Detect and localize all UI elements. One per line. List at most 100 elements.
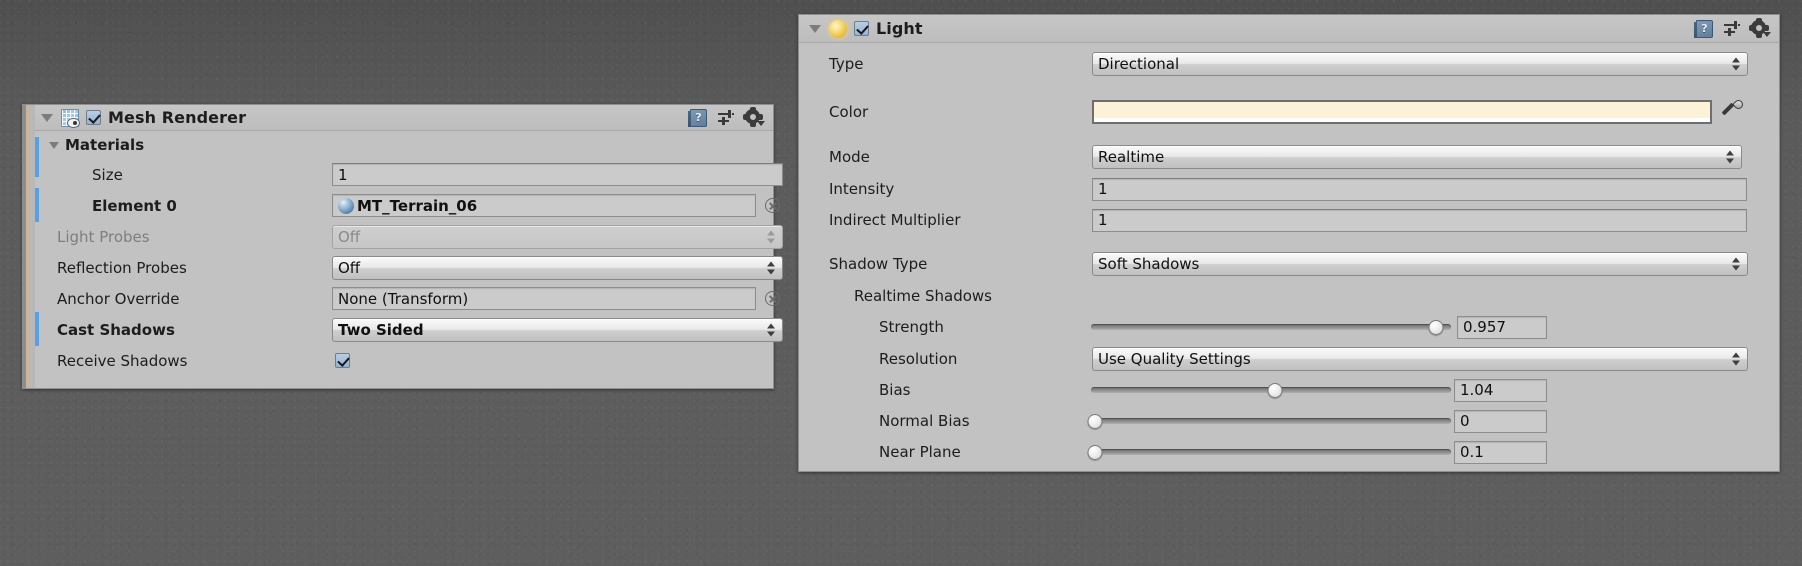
row-indirect-multiplier: Indirect Multiplier 1 [799, 207, 1779, 233]
reflection-probes-dropdown[interactable]: Off [332, 255, 783, 280]
cast-shadows-value: Two Sided [338, 320, 424, 339]
gear-icon[interactable] [1748, 17, 1771, 38]
intensity-value: 1 [1098, 180, 1108, 198]
bias-value: 1.04 [1460, 381, 1494, 399]
light-panel: Light Type Directional Color [798, 14, 1780, 472]
strength-slider[interactable] [1091, 315, 1451, 339]
element-0-picker-button[interactable] [765, 198, 780, 213]
row-mode: Mode Realtime [799, 144, 1779, 170]
override-marker [35, 312, 39, 346]
row-type: Type Directional [799, 51, 1779, 77]
cast-shadows-label: Cast Shadows [57, 320, 175, 339]
override-marker [35, 188, 39, 222]
element-0-object-field[interactable]: MT_Terrain_06 [332, 194, 756, 217]
light-header-icons [1694, 17, 1779, 38]
strength-value-input[interactable]: 0.957 [1457, 315, 1547, 339]
slider-knob[interactable] [1428, 319, 1444, 335]
indirect-multiplier-label: Indirect Multiplier [829, 211, 961, 229]
material-thumbnail-icon [338, 197, 354, 214]
resolution-label: Resolution [879, 350, 958, 368]
help-icon[interactable] [1694, 19, 1713, 38]
element-0-value: MT_Terrain_06 [357, 196, 478, 215]
row-cast-shadows: Cast Shadows Two Sided [35, 312, 783, 346]
type-dropdown[interactable]: Directional [1092, 52, 1748, 76]
color-label: Color [829, 103, 869, 121]
materials-foldout-arrow-icon[interactable] [49, 141, 59, 149]
near-plane-value-input[interactable]: 0.1 [1454, 440, 1547, 464]
row-reflection-probes: Reflection Probes Off [35, 252, 783, 283]
size-input[interactable]: 1 [332, 163, 783, 186]
anchor-override-label: Anchor Override [57, 289, 180, 308]
row-resolution: Resolution Use Quality Settings [799, 346, 1779, 372]
chevron-updown-icon [767, 261, 775, 274]
color-swatch-field[interactable] [1092, 100, 1712, 124]
normal-bias-slider[interactable] [1087, 409, 1451, 433]
help-icon[interactable] [688, 108, 707, 127]
type-label: Type [829, 55, 864, 73]
indirect-multiplier-input[interactable]: 1 [1092, 208, 1747, 232]
reflection-probes-label: Reflection Probes [57, 258, 187, 277]
row-near-plane: Near Plane 0.1 [799, 439, 1779, 465]
row-element-0: Element 0 MT_Terrain_06 [35, 188, 780, 222]
strength-value: 0.957 [1463, 318, 1506, 336]
eyedropper-icon[interactable] [1721, 98, 1745, 124]
normal-bias-value: 0 [1460, 412, 1470, 430]
cast-shadows-dropdown[interactable]: Two Sided [332, 317, 783, 342]
anchor-override-object-field[interactable]: None (Transform) [332, 287, 756, 310]
shadow-type-label: Shadow Type [829, 255, 928, 273]
slider-track [1091, 449, 1451, 455]
receive-shadows-label: Receive Shadows [57, 351, 188, 370]
mode-value: Realtime [1098, 148, 1165, 166]
color-swatch-alpha [1094, 118, 1710, 122]
anchor-override-picker-button[interactable] [765, 291, 780, 306]
mesh-renderer-enabled-checkbox[interactable] [86, 110, 101, 125]
materials-foldout-row[interactable]: Materials [35, 131, 773, 177]
receive-shadows-checkbox[interactable] [335, 353, 350, 368]
prefab-edge-strip [23, 105, 35, 388]
chevron-updown-icon [1732, 57, 1740, 71]
normal-bias-value-input[interactable]: 0 [1454, 409, 1547, 433]
light-enabled-checkbox[interactable] [854, 21, 869, 36]
mesh-renderer-header[interactable]: Mesh Renderer [35, 105, 773, 131]
type-value: Directional [1098, 55, 1180, 73]
slider-knob[interactable] [1087, 444, 1103, 460]
intensity-input[interactable]: 1 [1092, 177, 1747, 201]
preset-icon[interactable] [717, 109, 735, 126]
light-header[interactable]: Light [799, 15, 1779, 43]
size-label: Size [92, 165, 123, 184]
normal-bias-label: Normal Bias [879, 412, 970, 430]
foldout-arrow-icon[interactable] [809, 24, 821, 33]
shadow-type-dropdown[interactable]: Soft Shadows [1092, 252, 1748, 276]
mesh-renderer-panel: Mesh Renderer Materials [22, 104, 783, 389]
materials-label: Materials [65, 136, 145, 154]
near-plane-label: Near Plane [879, 443, 961, 461]
light-probes-dropdown[interactable]: Off [332, 224, 783, 249]
near-plane-slider[interactable] [1087, 440, 1451, 464]
slider-knob[interactable] [1087, 413, 1103, 429]
light-title: Light [876, 19, 923, 38]
row-bias: Bias 1.04 [799, 377, 1779, 403]
chevron-updown-icon [1732, 352, 1740, 366]
realtime-shadows-label: Realtime Shadows [854, 287, 992, 305]
chevron-updown-icon [1732, 257, 1740, 271]
light-icon [829, 19, 847, 38]
slider-track [1091, 418, 1451, 424]
bias-value-input[interactable]: 1.04 [1454, 378, 1547, 402]
row-normal-bias: Normal Bias 0 [799, 408, 1779, 434]
slider-knob[interactable] [1267, 382, 1283, 398]
mode-dropdown[interactable]: Realtime [1092, 145, 1742, 169]
color-swatch-rgb [1094, 102, 1710, 118]
chevron-updown-icon [767, 323, 775, 336]
gear-icon[interactable] [742, 106, 765, 127]
preset-icon[interactable] [1723, 20, 1741, 37]
row-strength: Strength 0.957 [799, 314, 1779, 340]
resolution-dropdown[interactable]: Use Quality Settings [1092, 347, 1748, 371]
mesh-renderer-icon [61, 108, 80, 128]
near-plane-value: 0.1 [1460, 443, 1484, 461]
bias-slider[interactable] [1091, 378, 1451, 402]
foldout-arrow-icon[interactable] [41, 113, 53, 122]
mode-label: Mode [829, 148, 870, 166]
size-value: 1 [338, 165, 348, 184]
indirect-multiplier-value: 1 [1098, 211, 1108, 229]
slider-track [1091, 324, 1451, 330]
